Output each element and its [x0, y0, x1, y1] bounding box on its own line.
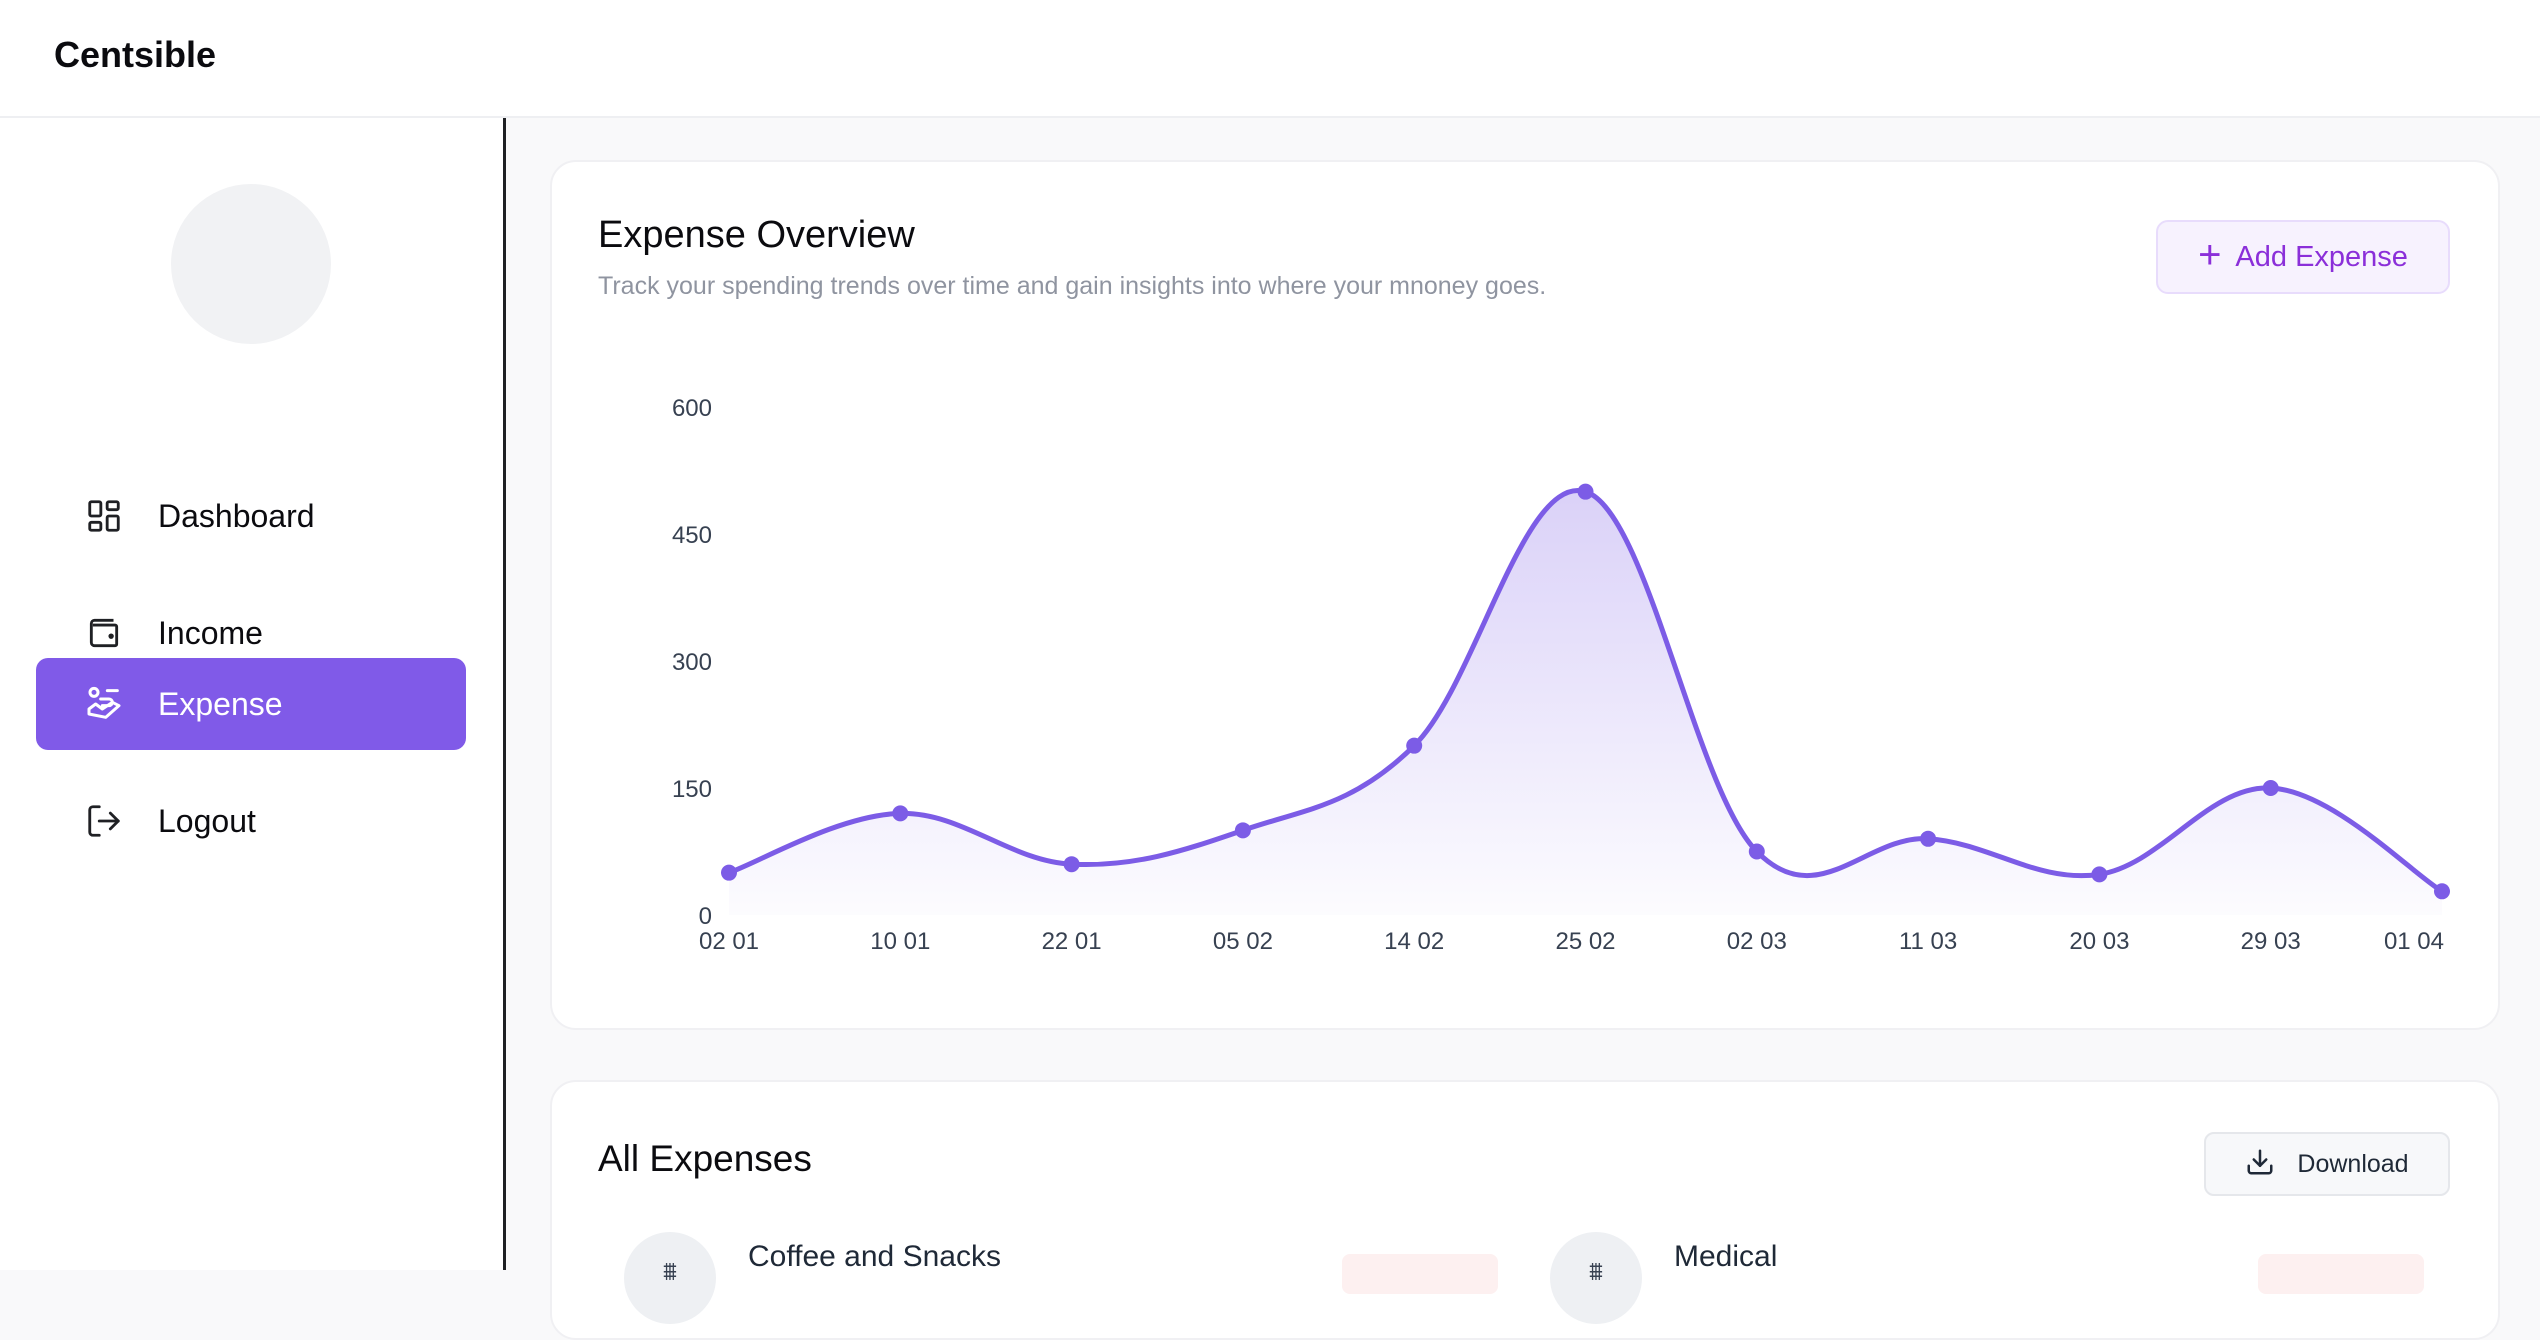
data-point [892, 805, 909, 822]
sidebar-item-label: Dashboard [158, 497, 315, 534]
x-tick-label: 20 03 [2069, 928, 2129, 955]
expense-name: Medical [1674, 1240, 1778, 1273]
data-point [2262, 780, 2279, 796]
y-tick-label: 0 [699, 903, 712, 930]
expense-area-chart: 600 450 300 150 002 01 10 01 22 01 05 02 14 02 25… [672, 395, 2450, 955]
y-tick-label: 600 [672, 395, 712, 422]
sidebar: Dashboard Income Expense Logout [0, 118, 506, 1270]
sidebar-item-label: Logout [158, 802, 256, 839]
amount-badge [2258, 1254, 2424, 1294]
y-tick-label: 150 [672, 776, 712, 803]
x-tick-label: 02 03 [1727, 928, 1787, 955]
sidebar-item-logout[interactable]: Logout [36, 775, 466, 867]
x-tick-label: 29 03 [2241, 928, 2301, 955]
x-tick-label: 25 02 [1555, 928, 1615, 955]
data-point [2091, 866, 2108, 883]
download-label: Download [2297, 1149, 2409, 1178]
data-point [1406, 737, 1423, 754]
section-title: All Expenses [598, 1138, 812, 1179]
dashboard-grid-icon [84, 496, 124, 536]
x-tick-label: 05 02 [1213, 928, 1273, 955]
x-tick-label: 02 01 [699, 928, 759, 955]
download-icon [2245, 1147, 2275, 1182]
download-button[interactable]: Download [2204, 1132, 2450, 1196]
top-bar: Centsible [0, 0, 2540, 118]
x-tick-label: 11 03 [1899, 928, 1957, 955]
expense-category-icon: ⩩ [1550, 1232, 1642, 1324]
sidebar-item-label: Expense [158, 685, 283, 722]
expense-name: Coffee and Snacks [748, 1240, 1001, 1273]
brand-logo-text: Centsible [54, 34, 217, 75]
wallet-icon [84, 613, 124, 653]
data-point [1234, 822, 1251, 839]
data-point [1063, 856, 1080, 873]
list-item[interactable]: ⩩ Coffee and Snacks [624, 1232, 1001, 1324]
list-item[interactable]: ⩩ Medical [1550, 1232, 1777, 1324]
sidebar-item-dashboard[interactable]: Dashboard [36, 470, 466, 562]
x-tick-label: 10 01 [870, 928, 930, 955]
x-tick-label: 22 01 [1042, 928, 1102, 955]
all-expenses-card: All Expenses Download ⩩ Coffee and Snack… [550, 1080, 2500, 1340]
sidebar-item-label: Income [158, 614, 263, 651]
data-point [2434, 883, 2450, 900]
expense-category-icon: ⩩ [624, 1232, 716, 1324]
sidebar-item-expense[interactable]: Expense [36, 658, 466, 750]
hand-coins-icon [84, 684, 124, 724]
expense-overview-card: Expense Overview Track your spending tre… [550, 160, 2500, 1030]
data-point [1920, 830, 1937, 847]
y-tick-label: 300 [672, 649, 712, 676]
x-tick-label: 14 02 [1384, 928, 1444, 955]
avatar [171, 184, 331, 344]
y-tick-label: 450 [672, 522, 712, 549]
series-area-fill [729, 490, 2442, 915]
x-tick-label: 01 04 [2384, 928, 2444, 955]
amount-badge [1342, 1254, 1498, 1294]
data-point [1748, 843, 1765, 860]
data-point [1577, 483, 1594, 500]
logout-icon [84, 801, 124, 841]
data-point [721, 864, 737, 881]
